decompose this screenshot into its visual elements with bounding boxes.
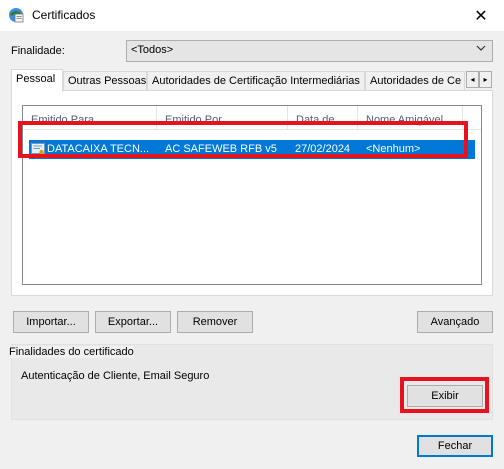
cell-issued-to: DATACAIXA TECN... <box>47 143 150 155</box>
column-header-expiry[interactable]: Data de ... <box>288 106 358 130</box>
advanced-button[interactable]: Avançado <box>417 311 493 333</box>
cell-expiry: 27/02/2024 <box>295 143 351 155</box>
purpose-selected-value: <Todos> <box>131 44 174 56</box>
certificate-list[interactable]: Emitido Para Emitido Por Data de ... Nom… <box>22 105 482 285</box>
table-row[interactable]: DATACAIXA TECN... AC SAFEWEB RFB v5 27/0… <box>29 140 475 159</box>
tab-scroll-right-icon[interactable]: ▸ <box>479 71 492 88</box>
tab-pessoal[interactable]: Pessoal <box>11 69 63 92</box>
view-button[interactable]: Exibir <box>407 385 483 407</box>
certificate-app-icon <box>9 8 24 23</box>
window-title: Certificados <box>32 8 96 22</box>
tab-scroll-left-icon[interactable]: ◂ <box>466 71 479 88</box>
cell-friendly-name: <Nenhum> <box>366 143 421 155</box>
cell-issued-by: AC SAFEWEB RFB v5 <box>165 143 277 155</box>
title-bar: Certificados ✕ <box>0 0 504 31</box>
close-button[interactable]: Fechar <box>417 435 493 457</box>
tab-panel: Emitido Para Emitido Por Data de ... Nom… <box>11 90 493 296</box>
certificate-purposes-value: Autenticação de Cliente, Email Seguro <box>21 370 210 382</box>
export-button[interactable]: Exportar... <box>95 311 171 333</box>
purpose-label: Finalidade: <box>11 45 65 57</box>
column-header-issued-by[interactable]: Emitido Por <box>157 106 288 130</box>
chevron-down-icon <box>476 44 486 55</box>
tab-autoridades-raiz[interactable]: Autoridades de Ce <box>365 71 465 91</box>
purpose-dropdown[interactable]: <Todos> <box>126 40 493 62</box>
import-button[interactable]: Importar... <box>13 311 89 333</box>
certificate-purposes-title: Finalidades do certificado <box>9 346 134 358</box>
tab-strip: Pessoal Outras Pessoas Autoridades de Ce… <box>11 69 493 92</box>
column-header-friendly-name[interactable]: Nome Amigável <box>358 106 463 130</box>
list-header: Emitido Para Emitido Por Data de ... Nom… <box>23 106 481 130</box>
column-header-issued-to[interactable]: Emitido Para <box>23 106 157 130</box>
close-icon[interactable]: ✕ <box>458 0 504 31</box>
tab-outras-pessoas[interactable]: Outras Pessoas <box>63 71 147 91</box>
certificate-icon <box>31 143 45 155</box>
remove-button[interactable]: Remover <box>177 311 253 333</box>
tab-autoridades-intermediarias[interactable]: Autoridades de Certificação Intermediári… <box>147 71 365 91</box>
